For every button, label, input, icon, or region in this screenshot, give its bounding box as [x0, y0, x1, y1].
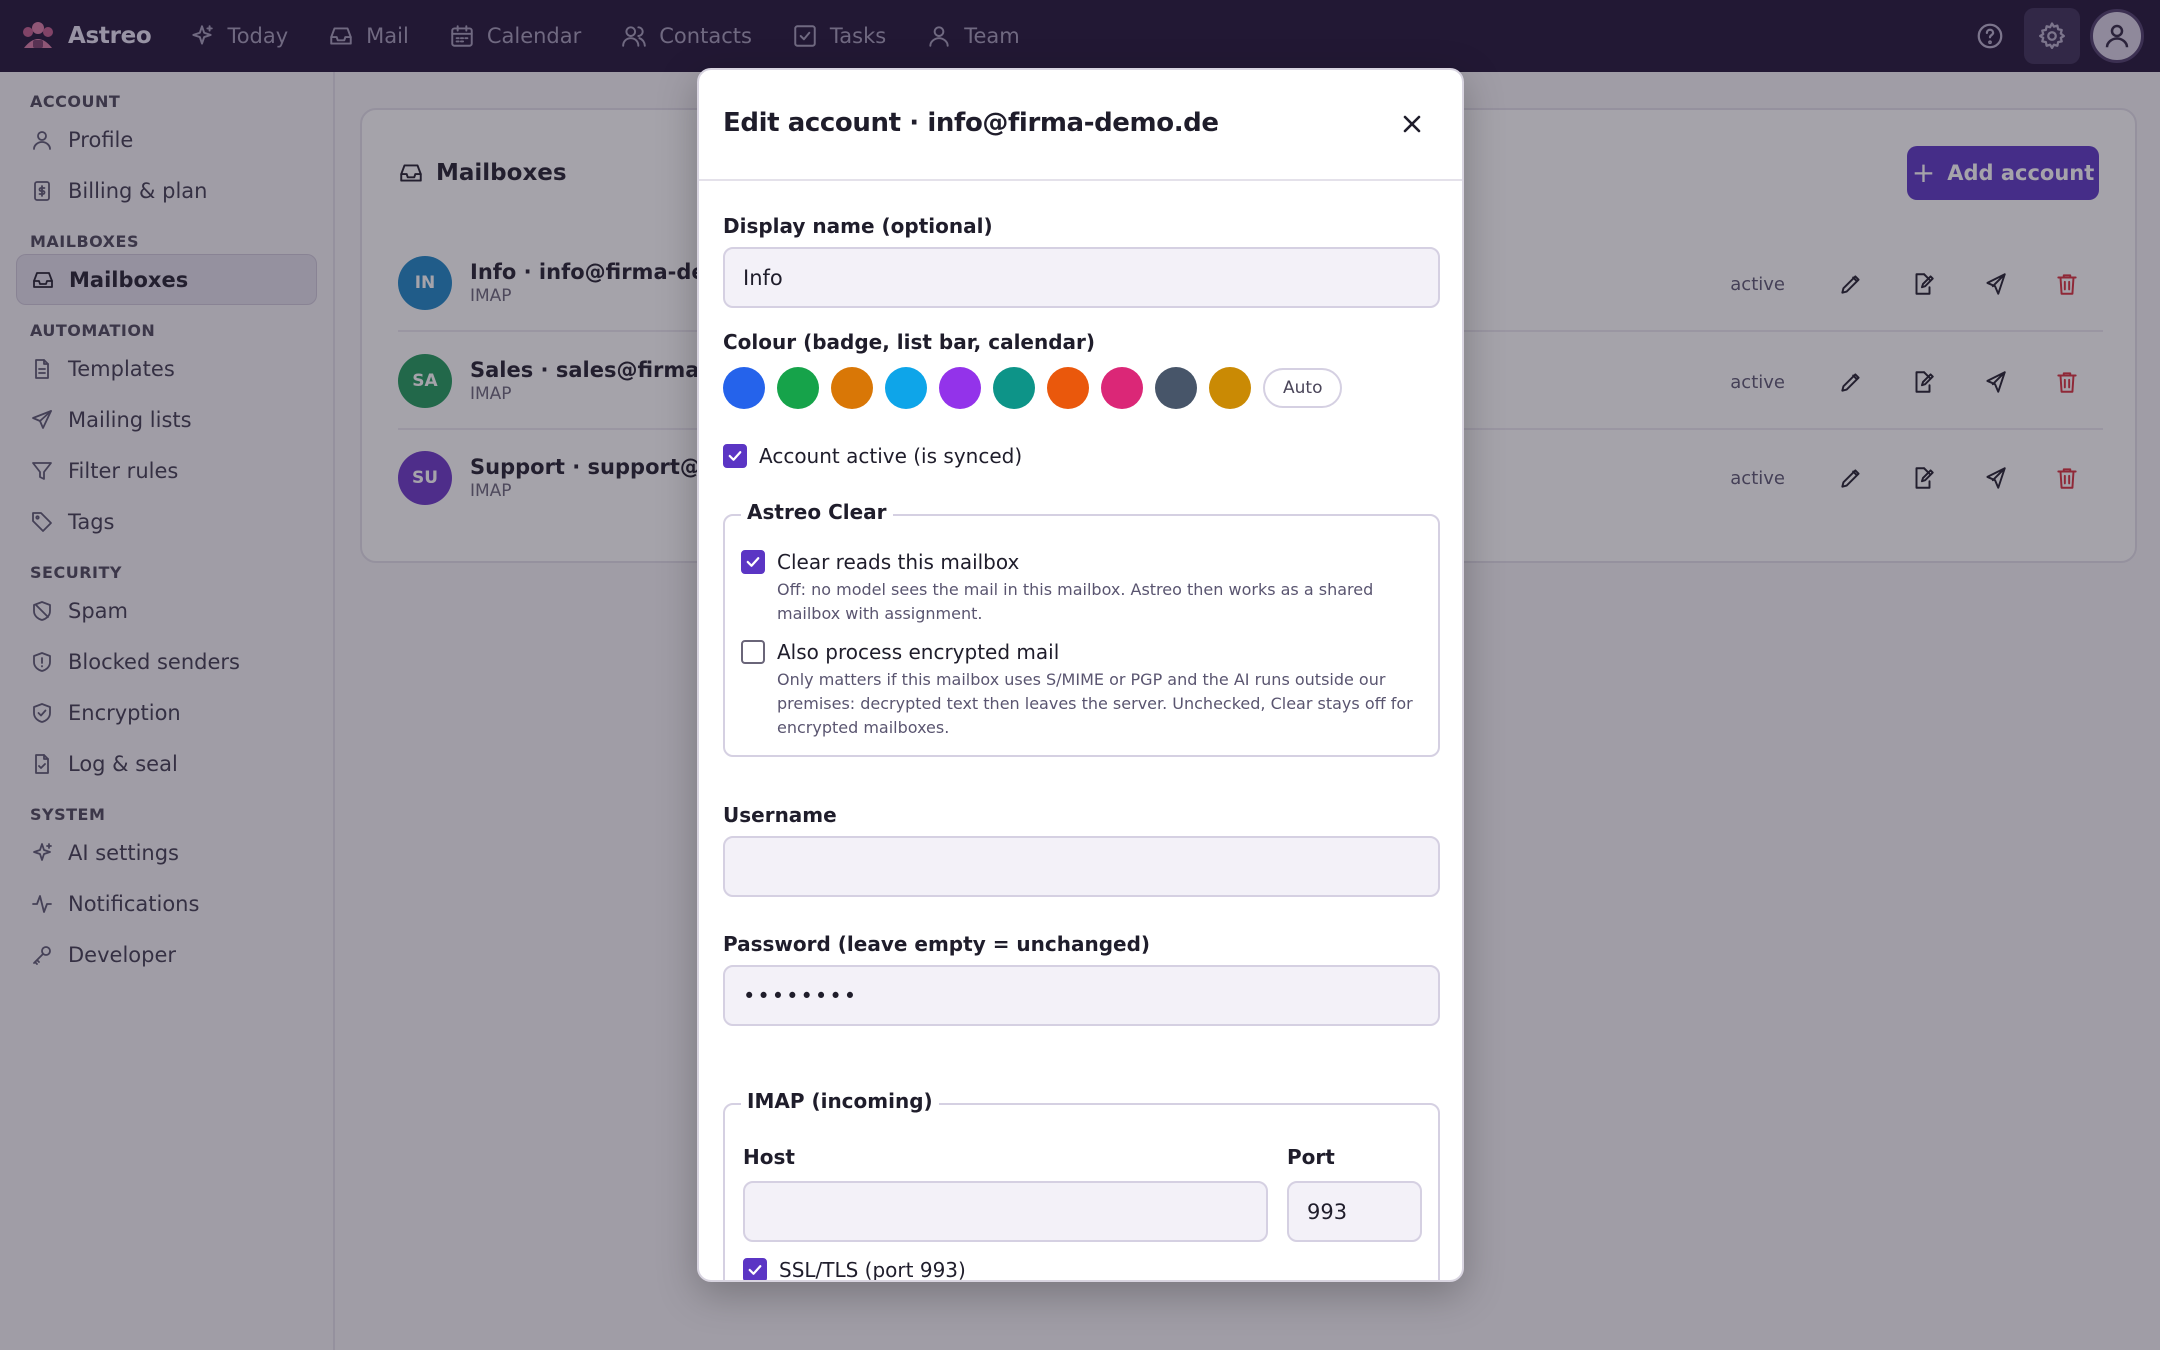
colour-swatch-purple[interactable]: [939, 367, 981, 409]
port-label: Port: [1287, 1145, 1335, 1169]
edit-account-dialog: Edit account · info@firma-demo.de Displa…: [697, 68, 1464, 1282]
clear-reads-checkbox[interactable]: [741, 550, 765, 574]
display-name-input[interactable]: Info: [723, 247, 1440, 308]
encrypted-mail-option[interactable]: Also process encrypted mail Only matters…: [741, 640, 1417, 740]
password-input[interactable]: ••••••••: [723, 965, 1440, 1026]
astreo-clear-legend: Astreo Clear: [741, 500, 893, 524]
host-input[interactable]: [743, 1181, 1268, 1242]
encrypted-mail-text: Also process encrypted mail Only matters…: [777, 640, 1417, 740]
colour-swatch-blue[interactable]: [723, 367, 765, 409]
colour-picker: Auto: [723, 367, 1343, 409]
ssl-label: SSL/TLS (port 993): [779, 1258, 966, 1282]
account-active-checkbox[interactable]: [723, 444, 747, 468]
colour-swatch-green[interactable]: [777, 367, 819, 409]
check-icon: [746, 557, 760, 567]
account-active-toggle[interactable]: Account active (is synced): [723, 444, 1022, 468]
username-input[interactable]: [723, 836, 1440, 897]
colour-swatch-pink[interactable]: [1101, 367, 1143, 409]
port-input[interactable]: 993: [1287, 1181, 1422, 1242]
colour-swatch-teal[interactable]: [993, 367, 1035, 409]
colour-label: Colour (badge, list bar, calendar): [723, 330, 1096, 354]
encrypted-mail-checkbox[interactable]: [741, 640, 765, 664]
dialog-title: Edit account · info@firma-demo.de: [723, 108, 1219, 138]
colour-auto-button[interactable]: Auto: [1263, 368, 1343, 408]
colour-swatch-gold[interactable]: [1209, 367, 1251, 409]
clear-reads-label: Clear reads this mailbox: [777, 550, 1020, 574]
clear-reads-option[interactable]: Clear reads this mailbox Off: no model s…: [741, 550, 1417, 626]
check-icon: [728, 451, 742, 461]
display-name-label: Display name (optional): [723, 214, 993, 238]
astreo-clear-section: Astreo Clear Clear reads this mailbox Of…: [723, 500, 1440, 757]
imap-section: IMAP (incoming) Host Port 993 SSL/TLS (p…: [723, 1089, 1440, 1282]
colour-swatch-orange[interactable]: [1047, 367, 1089, 409]
host-label: Host: [743, 1145, 795, 1169]
colour-swatch-slate[interactable]: [1155, 367, 1197, 409]
imap-legend: IMAP (incoming): [741, 1089, 939, 1113]
encrypted-mail-description: Only matters if this mailbox uses S/MIME…: [777, 670, 1413, 737]
colour-swatch-sky[interactable]: [885, 367, 927, 409]
close-icon: [1403, 115, 1421, 133]
ssl-toggle[interactable]: SSL/TLS (port 993): [743, 1258, 966, 1282]
clear-reads-text: Clear reads this mailbox Off: no model s…: [777, 550, 1417, 626]
password-label: Password (leave empty = unchanged): [723, 932, 1151, 956]
username-label: Username: [723, 803, 837, 827]
close-button[interactable]: [1396, 108, 1428, 140]
ssl-checkbox[interactable]: [743, 1258, 767, 1280]
clear-reads-description: Off: no model sees the mail in this mail…: [777, 580, 1374, 623]
check-icon: [748, 1265, 762, 1275]
colour-swatch-amber[interactable]: [831, 367, 873, 409]
encrypted-mail-label: Also process encrypted mail: [777, 640, 1060, 664]
account-active-label: Account active (is synced): [759, 444, 1023, 468]
dialog-header: Edit account · info@firma-demo.de: [699, 70, 1462, 181]
